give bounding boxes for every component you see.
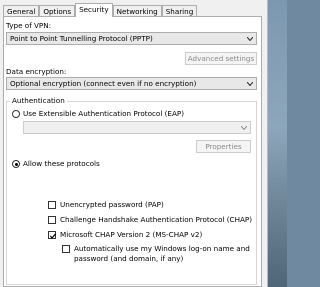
pap-checkbox[interactable] bbox=[48, 201, 56, 209]
auto-logon-label-line2[interactable]: password (and domain, if any) bbox=[74, 254, 183, 263]
chevron-down-icon bbox=[247, 78, 253, 89]
vpn-type-label: Type of VPN: bbox=[6, 21, 52, 30]
auto-logon-checkbox[interactable] bbox=[62, 245, 70, 253]
tab-security[interactable]: Security bbox=[75, 3, 113, 17]
chevron-down-icon bbox=[241, 122, 247, 133]
advanced-settings-button[interactable]: Advanced settings bbox=[185, 52, 257, 65]
data-encryption-label: Data encryption: bbox=[6, 67, 67, 76]
security-tab-panel: Type of VPN: Point to Point Tunnelling P… bbox=[3, 16, 262, 287]
allow-protocols-radio[interactable] bbox=[12, 160, 20, 168]
mschapv2-checkbox[interactable] bbox=[48, 231, 57, 239]
mschapv2-label[interactable]: Microsoft CHAP Version 2 (MS-CHAP v2) bbox=[60, 230, 202, 239]
chevron-down-icon bbox=[247, 33, 253, 44]
pap-label[interactable]: Unencrypted password (PAP) bbox=[60, 200, 164, 209]
eap-radio[interactable] bbox=[12, 110, 20, 118]
allow-protocols-label[interactable]: Allow these protocols bbox=[23, 159, 100, 168]
eap-method-dropdown[interactable] bbox=[23, 121, 251, 134]
data-encryption-value: Optional encryption (connect even if no … bbox=[10, 79, 197, 88]
chap-label[interactable]: Challenge Handshake Authentication Proto… bbox=[60, 215, 252, 224]
data-encryption-dropdown[interactable]: Optional encryption (connect even if no … bbox=[6, 77, 257, 90]
authentication-title: Authentication bbox=[10, 96, 67, 105]
properties-button[interactable]: Properties bbox=[196, 140, 251, 153]
chap-checkbox[interactable] bbox=[48, 216, 56, 224]
auto-logon-label-line1[interactable]: Automatically use my Windows log-on name… bbox=[74, 244, 250, 253]
tab-strip: General Options Security Networking Shar… bbox=[3, 3, 198, 17]
checkmark-icon bbox=[49, 233, 57, 239]
vpn-type-dropdown[interactable]: Point to Point Tunnelling Protocol (PPTP… bbox=[6, 32, 257, 45]
vpn-type-value: Point to Point Tunnelling Protocol (PPTP… bbox=[10, 34, 153, 43]
vpn-properties-dialog: General Options Security Networking Shar… bbox=[0, 0, 268, 287]
eap-radio-label[interactable]: Use Extensible Authentication Protocol (… bbox=[23, 109, 184, 118]
